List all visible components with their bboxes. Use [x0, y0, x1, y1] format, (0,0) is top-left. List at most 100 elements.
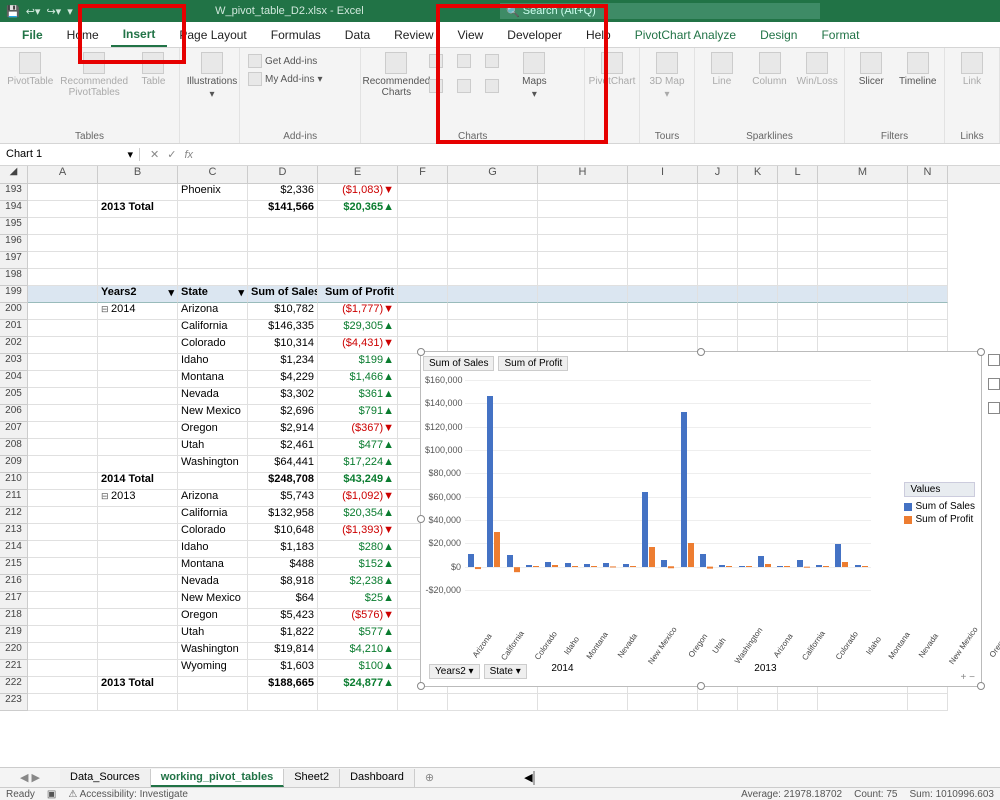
cell[interactable] — [28, 201, 98, 218]
col-header-J[interactable]: J — [698, 166, 738, 183]
cell[interactable] — [698, 286, 738, 303]
cell[interactable] — [538, 184, 628, 201]
recommended-charts-button[interactable]: Recommended Charts — [365, 52, 427, 100]
sheet-tab-dashboard[interactable]: Dashboard — [340, 769, 415, 787]
cell[interactable] — [818, 218, 908, 235]
horizontal-scrollbar[interactable]: ◀ — [524, 771, 1000, 784]
cell[interactable] — [778, 269, 818, 286]
cell[interactable]: New Mexico — [178, 405, 248, 422]
cell[interactable] — [178, 235, 248, 252]
cell[interactable] — [818, 235, 908, 252]
cell[interactable]: ($4,431)▼ — [318, 337, 398, 354]
table-button[interactable]: Table — [132, 52, 175, 98]
cell[interactable]: $64 — [248, 592, 318, 609]
cell[interactable] — [28, 677, 98, 694]
cell[interactable]: $10,314 — [248, 337, 318, 354]
scatter-chart-icon[interactable] — [485, 79, 499, 93]
cell[interactable] — [28, 439, 98, 456]
cell[interactable]: $25▲ — [318, 592, 398, 609]
cell[interactable] — [28, 575, 98, 592]
row-header[interactable]: 195 — [0, 218, 28, 235]
cell[interactable] — [98, 507, 178, 524]
cell[interactable] — [778, 694, 818, 711]
menu-tab-format[interactable]: Format — [809, 24, 871, 46]
cell[interactable] — [538, 694, 628, 711]
cell[interactable]: ($1,083)▼ — [318, 184, 398, 201]
cell[interactable]: $19,814 — [248, 643, 318, 660]
cell[interactable] — [448, 235, 538, 252]
cell[interactable] — [538, 218, 628, 235]
cell[interactable] — [28, 303, 98, 320]
cell[interactable] — [398, 184, 448, 201]
cell[interactable] — [398, 303, 448, 320]
row-header[interactable]: 203 — [0, 354, 28, 371]
cell[interactable]: $24,877▲ — [318, 677, 398, 694]
cell[interactable] — [448, 252, 538, 269]
row-header[interactable]: 207 — [0, 422, 28, 439]
cell[interactable] — [28, 286, 98, 303]
pie-chart-icon[interactable] — [429, 79, 443, 93]
cell[interactable]: $8,918 — [248, 575, 318, 592]
cell[interactable]: State ▾ — [178, 286, 248, 303]
cell[interactable] — [738, 303, 778, 320]
cell[interactable]: Wyoming — [178, 660, 248, 677]
cell[interactable] — [778, 184, 818, 201]
cell[interactable] — [908, 184, 948, 201]
timeline-button[interactable]: Timeline — [896, 52, 941, 87]
cell[interactable] — [818, 184, 908, 201]
cell[interactable] — [818, 320, 908, 337]
row-header[interactable]: 208 — [0, 439, 28, 456]
chart-field-sales[interactable]: Sum of Sales — [423, 356, 494, 371]
cell[interactable]: $64,441 — [248, 456, 318, 473]
cell[interactable] — [398, 201, 448, 218]
cell[interactable] — [248, 269, 318, 286]
col-header-I[interactable]: I — [628, 166, 698, 183]
cell[interactable] — [28, 490, 98, 507]
cell[interactable] — [908, 201, 948, 218]
cell[interactable]: $100▲ — [318, 660, 398, 677]
cell[interactable] — [28, 371, 98, 388]
cell[interactable]: $10,782 — [248, 303, 318, 320]
menu-tab-pivotchart-analyze[interactable]: PivotChart Analyze — [623, 24, 748, 46]
cell[interactable] — [28, 609, 98, 626]
cell[interactable] — [818, 269, 908, 286]
cell[interactable]: $2,914 — [248, 422, 318, 439]
cell[interactable] — [628, 286, 698, 303]
menu-tab-page-layout[interactable]: Page Layout — [167, 24, 258, 46]
sheet-nav[interactable]: ◀ ▶ — [0, 771, 60, 784]
col-header-B[interactable]: B — [98, 166, 178, 183]
chart-elements-icon[interactable] — [988, 354, 1000, 366]
undo-icon[interactable]: ↩▾ — [26, 5, 41, 18]
cell[interactable] — [28, 694, 98, 711]
cell[interactable] — [628, 303, 698, 320]
cell[interactable] — [778, 235, 818, 252]
cell[interactable]: ($367)▼ — [318, 422, 398, 439]
cell[interactable]: $17,224▲ — [318, 456, 398, 473]
cell[interactable] — [178, 269, 248, 286]
sheet-tab-sheet2[interactable]: Sheet2 — [284, 769, 340, 787]
cell[interactable] — [698, 201, 738, 218]
cell[interactable] — [538, 235, 628, 252]
cell[interactable] — [448, 269, 538, 286]
qat-more-icon[interactable]: ▾ — [67, 5, 73, 18]
cell[interactable] — [318, 269, 398, 286]
cell[interactable] — [98, 524, 178, 541]
cell[interactable] — [538, 286, 628, 303]
col-header-G[interactable]: G — [448, 166, 538, 183]
cell[interactable]: Montana — [178, 558, 248, 575]
cell[interactable]: $4,229 — [248, 371, 318, 388]
cell[interactable]: Utah — [178, 626, 248, 643]
cell[interactable]: $1,603 — [248, 660, 318, 677]
cell[interactable] — [318, 694, 398, 711]
col-header-N[interactable]: N — [908, 166, 948, 183]
cell[interactable] — [448, 218, 538, 235]
cell[interactable] — [448, 184, 538, 201]
cell[interactable]: $1,183 — [248, 541, 318, 558]
cell[interactable] — [28, 473, 98, 490]
cell[interactable]: Phoenix — [178, 184, 248, 201]
cell[interactable] — [628, 269, 698, 286]
row-header[interactable]: 212 — [0, 507, 28, 524]
cell[interactable]: $3,302 — [248, 388, 318, 405]
chart-filter-state[interactable]: State ▾ — [484, 664, 527, 679]
cell[interactable] — [28, 269, 98, 286]
